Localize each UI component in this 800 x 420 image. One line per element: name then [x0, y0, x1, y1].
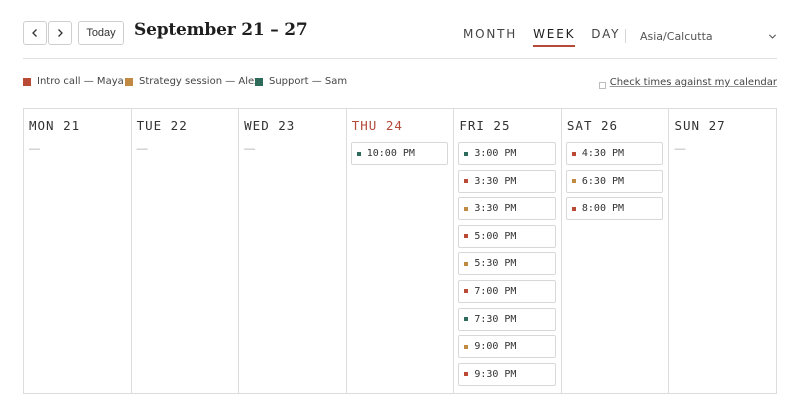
- time-slot[interactable]: 7:30 PM: [458, 307, 556, 331]
- day-column: SAT 26 4:30 PM 6:30 PM 8:00 PM: [562, 109, 670, 393]
- slot-time: 4:30 PM: [581, 148, 625, 159]
- slot-type-marker: [464, 151, 469, 156]
- slot-time: 7:00 PM: [474, 285, 517, 297]
- check-calendar-toggle[interactable]: Check times against my calendar: [598, 76, 777, 89]
- legend-swatch: [23, 77, 31, 86]
- view-tab-week[interactable]: WEEK: [533, 27, 576, 47]
- day-column: TUE 22 —: [132, 109, 240, 393]
- time-slot[interactable]: 10:00 PM: [350, 142, 449, 165]
- timezone-select[interactable]: Asia/Calcutta: [640, 28, 777, 44]
- day-header: FRI 25: [459, 118, 511, 133]
- slot-time: 3:30 PM: [474, 175, 517, 187]
- day-header: TUE 22: [136, 118, 188, 133]
- legend-item-intro-call: Intro call — Maya: [23, 76, 124, 87]
- slot-type-marker: [464, 206, 469, 211]
- day-column: WED 23 —: [239, 109, 347, 393]
- slot-type-marker: [356, 151, 361, 156]
- slot-time: 10:00 PM: [366, 148, 415, 159]
- slot-time: 9:00 PM: [474, 341, 517, 353]
- time-slot[interactable]: 8:00 PM: [565, 197, 664, 221]
- legend-item-support: Support — Sam: [255, 76, 347, 87]
- day-header: THU 24: [351, 118, 403, 133]
- legend-swatch: [125, 77, 133, 86]
- slot-list: 4:30 PM 6:30 PM 8:00 PM: [565, 142, 664, 225]
- header-divider: [23, 58, 777, 59]
- week-grid: MON 21 — TUE 22 — WED 23 — THU 24 10:00 PM FRI 2…: [23, 108, 777, 394]
- chevron-down-icon: [768, 33, 777, 39]
- view-tab-day[interactable]: DAY: [591, 27, 620, 47]
- legend-item-strategy-session: Strategy session — Alex: [125, 76, 260, 87]
- time-slot[interactable]: 3:30 PM: [458, 197, 556, 221]
- slot-type-marker: [464, 179, 469, 184]
- day-header: WED 23: [244, 118, 296, 133]
- divider: [625, 29, 626, 43]
- slot-type-marker: [464, 234, 469, 239]
- time-slot[interactable]: 7:00 PM: [458, 279, 556, 303]
- legend: Intro call — Maya Strategy session — Ale…: [23, 76, 777, 90]
- day-column: FRI 25 3:00 PM 3:30 PM 3:30 PM 5:00 PM 5:30 P…: [454, 109, 562, 393]
- legend-label: Support — Sam: [269, 76, 348, 87]
- previous-week-button[interactable]: [23, 21, 47, 45]
- day-header: SUN 27: [674, 118, 726, 133]
- day-header: MON 21: [29, 118, 81, 133]
- time-slot[interactable]: 5:00 PM: [458, 224, 556, 248]
- slot-time: 5:00 PM: [474, 230, 517, 242]
- slot-list: 10:00 PM: [350, 142, 449, 170]
- time-slot[interactable]: 9:30 PM: [458, 362, 556, 386]
- check-calendar-label[interactable]: Check times against my calendar: [610, 77, 777, 88]
- chevron-left-icon: [32, 29, 37, 37]
- view-tab-month[interactable]: MONTH: [463, 27, 517, 47]
- no-slots-indicator: —: [244, 143, 256, 155]
- no-slots-indicator: —: [29, 143, 40, 155]
- legend-label: Intro call — Maya: [37, 76, 124, 87]
- slot-type-marker: [571, 206, 576, 211]
- slot-time: 5:30 PM: [474, 258, 517, 270]
- no-slots-indicator: —: [136, 143, 148, 155]
- slot-time: 3:00 PM: [474, 148, 517, 159]
- slot-type-marker: [571, 179, 576, 184]
- time-slot[interactable]: 3:00 PM: [458, 142, 556, 165]
- time-slot[interactable]: 6:30 PM: [565, 169, 664, 193]
- next-week-button[interactable]: [48, 21, 72, 45]
- slot-type-marker: [464, 372, 469, 377]
- timezone-value: Asia/Calcutta: [640, 29, 713, 43]
- day-header: SAT 26: [566, 118, 619, 133]
- legend-swatch: [255, 77, 263, 86]
- slot-type-marker: [464, 344, 469, 349]
- day-column: SUN 27 —: [669, 109, 776, 393]
- calendar-toolbar: Today September 21 – 27 MONTH WEEK DAY Asi…: [23, 20, 777, 47]
- slot-time: 3:30 PM: [474, 203, 517, 215]
- slot-type-marker: [571, 151, 576, 156]
- slot-time: 7:30 PM: [474, 313, 517, 325]
- day-column: THU 24 10:00 PM: [347, 109, 455, 393]
- legend-label: Strategy session — Alex: [139, 76, 260, 87]
- view-switcher: MONTH WEEK DAY: [463, 27, 636, 47]
- time-slot[interactable]: 5:30 PM: [458, 252, 556, 276]
- slot-time: 9:30 PM: [474, 368, 517, 380]
- day-column: MON 21 —: [24, 109, 132, 393]
- no-slots-indicator: —: [674, 143, 686, 155]
- chevron-right-icon: [58, 29, 63, 37]
- slot-type-marker: [464, 261, 469, 266]
- slot-type-marker: [464, 289, 469, 294]
- checkbox[interactable]: [598, 82, 606, 89]
- today-button[interactable]: Today: [78, 21, 124, 45]
- slot-list: 3:00 PM 3:30 PM 3:30 PM 5:00 PM 5:30 PM 7:00 …: [458, 142, 556, 390]
- time-slot[interactable]: 4:30 PM: [565, 142, 664, 165]
- time-slot[interactable]: 3:30 PM: [458, 169, 556, 193]
- time-slot[interactable]: 9:00 PM: [458, 335, 556, 359]
- slot-type-marker: [464, 317, 469, 322]
- slot-time: 6:30 PM: [581, 175, 625, 187]
- date-range-title: September 21 – 27: [134, 20, 308, 40]
- slot-time: 8:00 PM: [581, 203, 625, 215]
